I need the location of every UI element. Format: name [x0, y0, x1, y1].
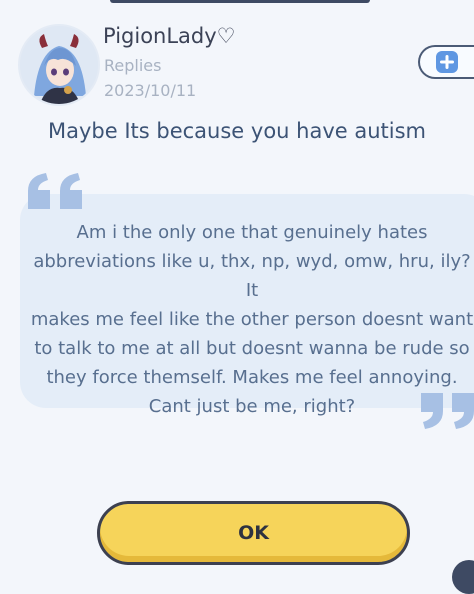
add-friend-button[interactable]: [418, 45, 474, 79]
quote-line: makes me feel like the other person does…: [30, 309, 474, 330]
replies-label: Replies: [104, 56, 162, 75]
quote-line: to talk to me at all but doesnt wanna be…: [34, 338, 470, 359]
quote-line: Am i the only one that genuinely hates: [76, 222, 428, 243]
username: PigionLady♡: [103, 24, 236, 48]
open-quote-icon: [28, 173, 82, 209]
post-date: 2023/10/11: [104, 81, 197, 100]
quote-line: Cant just be me, right?: [148, 396, 356, 417]
corner-decoration: [452, 560, 474, 594]
ok-button-label: OK: [238, 522, 269, 544]
close-quote-icon: [421, 393, 474, 429]
quote-line: abbreviations like u, thx, np, wyd, omw,…: [33, 251, 471, 301]
top-bar-accent: [110, 0, 370, 3]
quote-line: they force themself. Makes me feel annoy…: [46, 367, 458, 388]
character-avatar-icon: [20, 26, 98, 104]
reply-message: Maybe Its because you have autism: [48, 119, 426, 143]
plus-icon: [436, 51, 458, 73]
ok-button[interactable]: OK: [97, 501, 410, 565]
quoted-message-text: Am i the only one that genuinely hates a…: [30, 218, 474, 421]
avatar[interactable]: [18, 24, 100, 106]
